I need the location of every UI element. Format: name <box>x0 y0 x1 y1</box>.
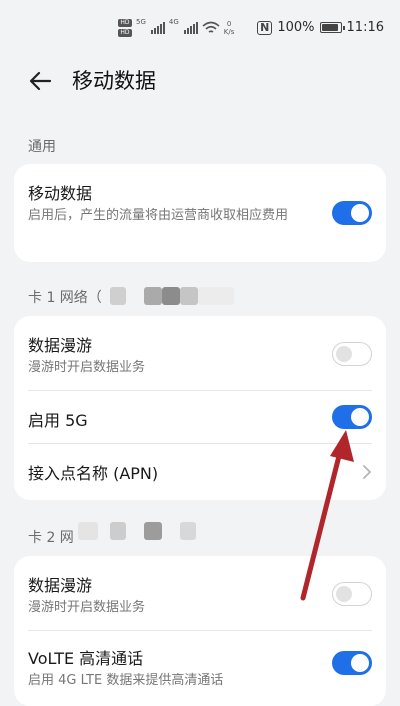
battery-percent: 100% <box>277 20 315 35</box>
section-label-sim1: 卡 1 网络（ <box>28 290 102 306</box>
card-sim2: 数据漫游 漫游时开启数据业务 VoLTE 高清通话 启用 4G LTE 数据来提… <box>14 556 386 706</box>
data-roaming-toggle-sim1[interactable] <box>332 342 372 366</box>
redaction-block <box>180 522 196 540</box>
card-general: 移动数据 启用后，产生的流量将由运营商收取相应费用 <box>14 164 386 262</box>
enable-5g-toggle[interactable] <box>332 405 372 429</box>
network-speed-value: 0 <box>226 20 232 28</box>
network-speed: 0 K/s <box>224 20 235 36</box>
redaction-block <box>162 287 180 305</box>
setting-row-enable-5g[interactable]: 启用 5G <box>14 391 386 443</box>
data-roaming-title-sim1: 数据漫游 <box>28 336 93 355</box>
hd-badge-sim2: HD <box>118 29 132 37</box>
network-type-sim2: 4G <box>168 18 179 26</box>
wifi-icon <box>202 21 220 33</box>
setting-row-data-roaming-sim2[interactable]: 数据漫游 漫游时开启数据业务 <box>14 556 386 630</box>
network-type-sim1: 5G <box>136 18 146 26</box>
data-roaming-subtitle-sim1: 漫游时开启数据业务 <box>28 360 146 375</box>
mobile-data-toggle[interactable] <box>332 201 372 225</box>
redaction-block <box>144 522 162 540</box>
volte-title: VoLTE 高清通话 <box>28 649 144 668</box>
redaction-block <box>144 287 162 305</box>
setting-row-apn[interactable]: 接入点名称 (APN) <box>14 444 386 500</box>
signal-icon-sim2 <box>183 22 198 34</box>
section-label-sim2: 卡 2 网 <box>28 530 74 546</box>
battery-fill <box>321 24 338 31</box>
status-bar: HD HD 5G 4G 0 K/s N 100% 11:16 <box>0 0 400 58</box>
redaction-block <box>180 287 198 305</box>
chevron-right-icon <box>363 465 371 479</box>
card-sim1: 数据漫游 漫游时开启数据业务 启用 5G 接入点名称 (APN) <box>14 316 386 500</box>
redaction-block <box>198 287 234 305</box>
mobile-data-title: 移动数据 <box>28 184 93 203</box>
page-header: 移动数据 <box>0 58 400 104</box>
clock: 11:16 <box>346 20 384 35</box>
apn-title: 接入点名称 (APN) <box>28 464 159 483</box>
enable-5g-title: 启用 5G <box>28 411 88 430</box>
redaction-block <box>110 522 126 540</box>
redaction-block <box>78 522 98 540</box>
redaction-block <box>110 287 126 305</box>
data-roaming-subtitle-sim2: 漫游时开启数据业务 <box>28 600 146 615</box>
signal-icon-sim1 <box>150 22 165 34</box>
setting-row-mobile-data[interactable]: 移动数据 启用后，产生的流量将由运营商收取相应费用 <box>14 164 386 262</box>
nfc-icon: N <box>257 20 273 35</box>
setting-row-volte[interactable]: VoLTE 高清通话 启用 4G LTE 数据来提供高清通话 <box>14 631 386 706</box>
back-arrow-icon[interactable] <box>26 66 56 96</box>
setting-row-data-roaming-sim1[interactable]: 数据漫游 漫游时开启数据业务 <box>14 316 386 390</box>
section-label-general: 通用 <box>28 139 56 155</box>
data-roaming-title-sim2: 数据漫游 <box>28 576 93 595</box>
volte-toggle[interactable] <box>332 651 372 675</box>
status-right-group: N 100% 11:16 <box>257 20 384 35</box>
hd-indicators: HD HD <box>118 19 132 37</box>
volte-subtitle: 启用 4G LTE 数据来提供高清通话 <box>28 673 224 688</box>
mobile-data-subtitle: 启用后，产生的流量将由运营商收取相应费用 <box>28 208 289 223</box>
page-title: 移动数据 <box>72 69 156 93</box>
battery-icon <box>319 22 345 33</box>
status-left-group: HD HD 5G 4G 0 K/s <box>118 18 234 38</box>
network-speed-unit: K/s <box>223 28 235 36</box>
data-roaming-toggle-sim2[interactable] <box>332 582 372 606</box>
hd-badge-sim1: HD <box>118 19 132 27</box>
